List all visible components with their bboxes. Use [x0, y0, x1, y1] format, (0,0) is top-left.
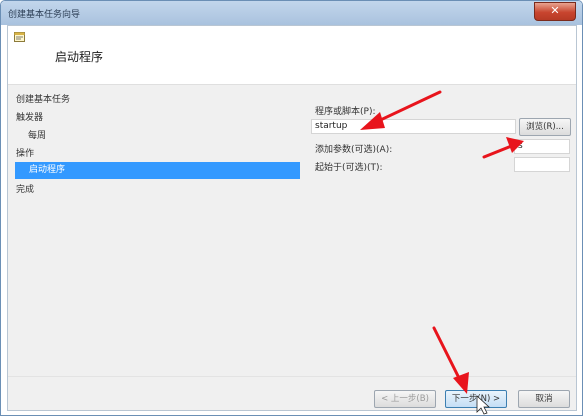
title-bar[interactable]: 创建基本任务向导 ✕ — [1, 1, 582, 25]
step-trigger[interactable]: 触发器 — [16, 110, 43, 123]
startin-input[interactable] — [514, 157, 570, 172]
browse-button[interactable]: 浏览(R)... — [519, 118, 571, 136]
step-create-basic-task[interactable]: 创建基本任务 — [16, 92, 70, 105]
startin-label: 起始于(可选)(T): — [315, 163, 383, 173]
step-start-program[interactable]: 启动程序 — [15, 162, 300, 179]
back-button[interactable]: < 上一步(B) — [374, 390, 436, 408]
next-button[interactable]: 下一步(N) > — [445, 390, 507, 408]
step-action[interactable]: 操作 — [16, 146, 34, 159]
task-scheduler-icon — [14, 32, 25, 42]
args-label: 添加参数(可选)(A): — [315, 145, 393, 155]
step-weekly[interactable]: 每周 — [28, 128, 46, 141]
wizard-header: 启动程序 — [8, 26, 576, 85]
step-finish[interactable]: 完成 — [16, 182, 34, 195]
program-label: 程序或脚本(P): — [315, 107, 376, 117]
program-input[interactable]: startup — [311, 119, 516, 134]
footer-divider — [8, 376, 576, 377]
page-title: 启动程序 — [55, 50, 104, 64]
wizard-frame: 启动程序 创建基本任务 触发器 每周 操作 启动程序 完成 程序或脚本(P): … — [7, 25, 577, 411]
wizard-window: 创建基本任务向导 ✕ 启动程序 创建基本任务 触发器 每周 操作 启动程序 完成… — [0, 0, 583, 416]
args-input[interactable]: s — [514, 139, 570, 154]
close-button[interactable]: ✕ — [534, 2, 576, 21]
cancel-button[interactable]: 取消 — [518, 390, 570, 408]
window-title: 创建基本任务向导 — [8, 10, 81, 20]
